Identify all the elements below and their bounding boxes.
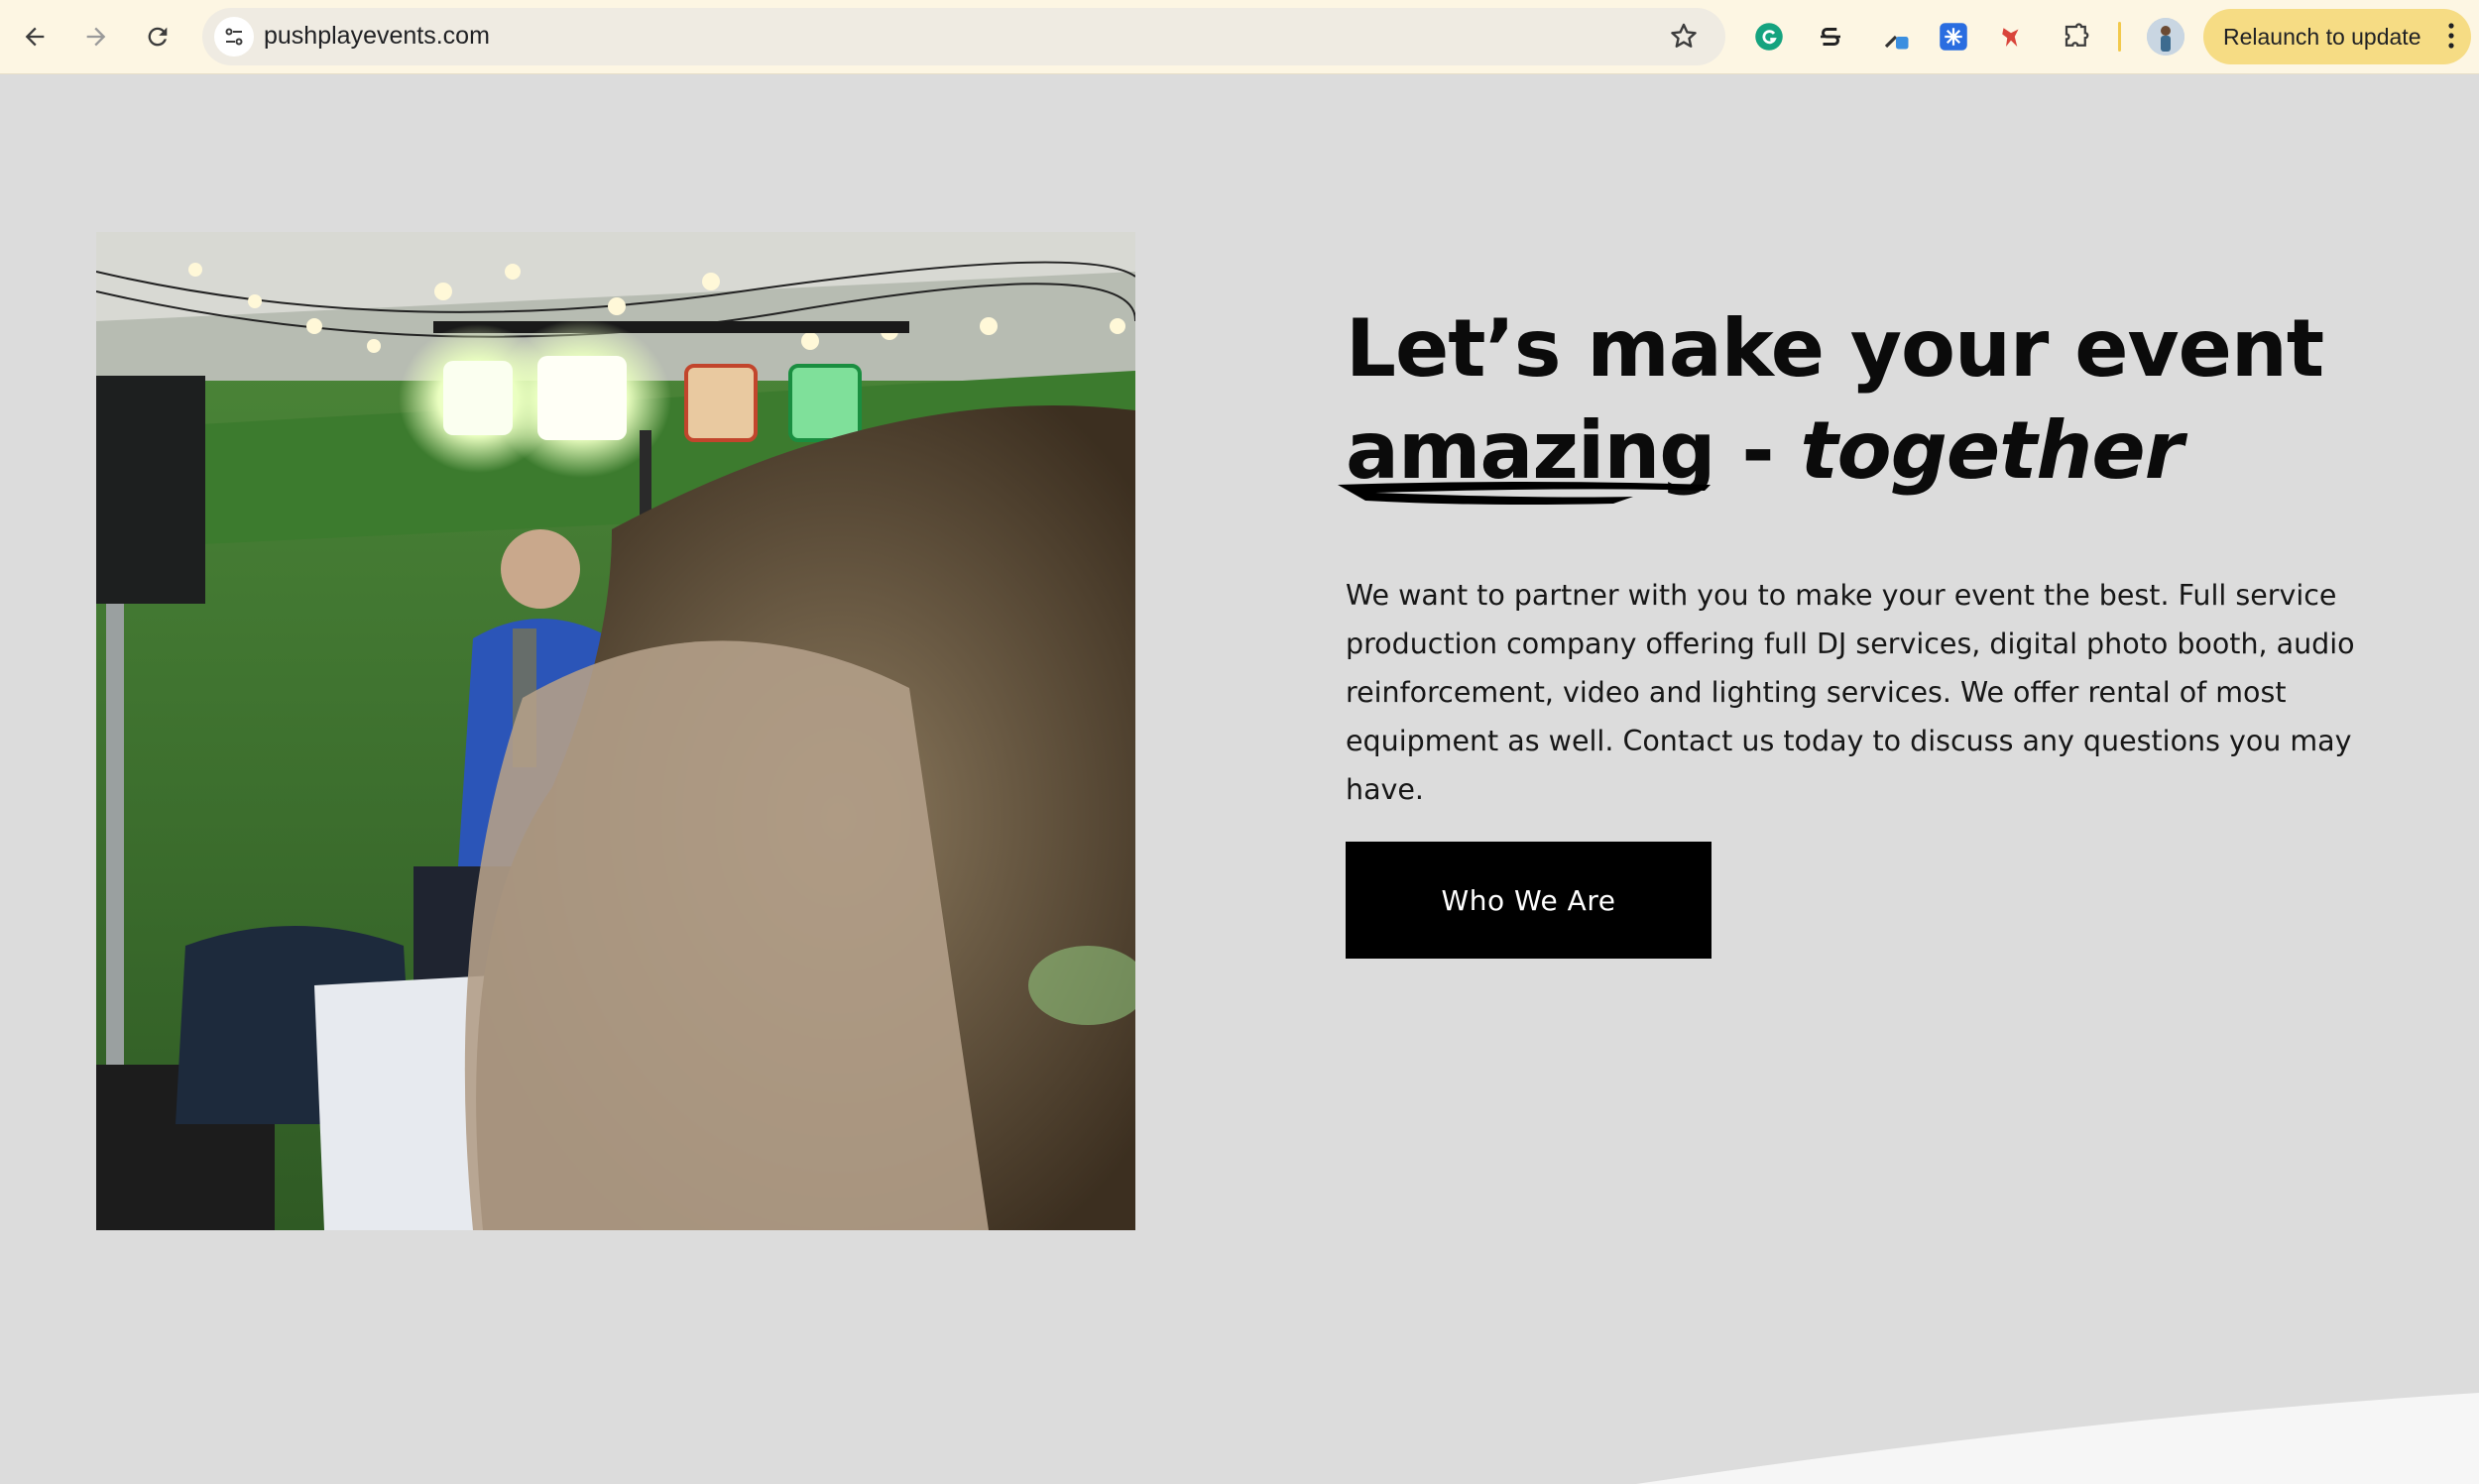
snowflake-extension-icon[interactable] <box>1936 19 1971 55</box>
eyedropper-extension-icon[interactable] <box>1878 19 1914 55</box>
site-info-button[interactable] <box>214 17 254 57</box>
event-photo <box>96 232 1135 1230</box>
relaunch-to-update-button[interactable]: Relaunch to update <box>2203 9 2471 64</box>
s-extension-icon[interactable] <box>1813 19 1848 55</box>
headline-dash: - <box>1714 404 1801 497</box>
back-arrow-icon <box>25 27 45 47</box>
tune-icon <box>225 28 243 46</box>
forward-arrow-icon <box>86 27 106 47</box>
section-divider-curve <box>1636 1393 2479 1484</box>
toolbar-divider <box>2118 22 2121 52</box>
bird-extension-icon[interactable] <box>1993 19 2029 55</box>
relaunch-label: Relaunch to update <box>2223 23 2421 50</box>
hero-headline: Let’s make your event amazing - together <box>1338 297 2436 505</box>
profile-avatar[interactable] <box>2147 18 2184 56</box>
hero-description: We want to partner with you to make your… <box>1346 579 2355 806</box>
back-button[interactable] <box>14 16 56 57</box>
more-vert-icon[interactable] <box>2447 21 2455 51</box>
forward-button[interactable] <box>75 16 117 57</box>
who-we-are-button[interactable]: Who We Are <box>1346 842 1712 959</box>
reload-button[interactable] <box>137 16 178 57</box>
reload-icon <box>148 27 168 47</box>
extensions-puzzle-icon[interactable] <box>2059 19 2094 55</box>
url-text[interactable]: pushplayevents.com <box>264 22 490 51</box>
browser-toolbar: pushplayevents.com Relaunch to update <box>0 0 2479 74</box>
address-bar[interactable]: pushplayevents.com <box>202 8 1725 65</box>
headline-line-1: Let’s make your event <box>1346 302 2324 395</box>
headline-line-2: amazing - together <box>1338 400 2436 505</box>
headline-amazing-word: amazing <box>1338 400 1716 505</box>
headline-together: together <box>1800 404 2184 497</box>
grammarly-extension-icon[interactable] <box>1751 19 1787 55</box>
brush-underline-icon <box>1338 482 1711 505</box>
bookmark-star-icon[interactable] <box>1668 21 1700 53</box>
